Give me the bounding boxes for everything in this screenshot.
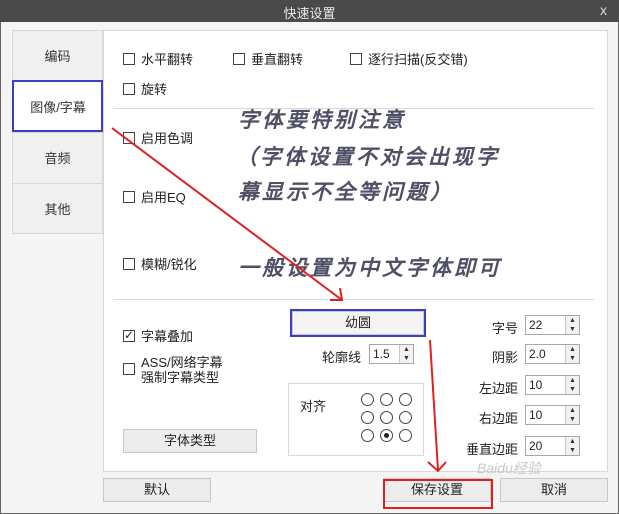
blur-sharpen-checkbox[interactable]: 模糊/锐化	[123, 254, 197, 273]
watermark: Baidu经验	[477, 460, 541, 476]
checkbox-box[interactable]	[233, 52, 245, 65]
close-icon[interactable]: x	[600, 2, 607, 18]
subtitle-overlay-checkbox[interactable]: 字幕叠加	[123, 326, 193, 345]
tab-audio[interactable]: 音频	[12, 132, 103, 183]
tab-other[interactable]: 其他	[12, 183, 103, 234]
enable-tone-checkbox[interactable]: 启用色调	[123, 128, 193, 147]
checkbox-box[interactable]	[123, 190, 135, 203]
align-middle-left-radio[interactable]	[361, 411, 374, 424]
font-name-button[interactable]: 幼圆	[292, 311, 424, 335]
shadow-spinner[interactable]: 2.0 ▲ ▼	[525, 344, 580, 364]
annotation-line2: （字体设置不对会出现字	[236, 144, 500, 169]
checkbox-box[interactable]	[123, 363, 135, 375]
right-margin-label: 右边距	[479, 411, 519, 426]
outline-spinner[interactable]: 1.5 ▲ ▼	[369, 344, 414, 364]
checkbox-box[interactable]	[123, 131, 135, 144]
vertical-margin-label: 垂直边距	[466, 442, 519, 457]
spinner-arrows-icon[interactable]: ▲ ▼	[565, 406, 579, 424]
align-top-right-radio[interactable]	[399, 393, 412, 406]
flip-horizontal-checkbox[interactable]: 水平翻转	[123, 49, 193, 68]
vertical-margin-value: 20	[529, 439, 543, 453]
align-middle-right-radio[interactable]	[399, 411, 412, 424]
title-bar: 快速设置 x	[0, 0, 619, 22]
outline-label: 轮廓线	[322, 350, 362, 365]
annotation-line4: 一般设置为中文字体即可	[238, 255, 502, 280]
shadow-value: 2.0	[529, 347, 546, 361]
spinner-arrows-icon[interactable]: ▲ ▼	[565, 316, 579, 334]
divider	[114, 299, 594, 300]
right-margin-spinner[interactable]: 10 ▲ ▼	[525, 405, 580, 425]
spinner-arrows-icon[interactable]: ▲ ▼	[399, 345, 413, 363]
font-type-button[interactable]: 字体类型	[123, 429, 257, 453]
checkbox-box[interactable]	[123, 328, 135, 342]
align-middle-center-radio[interactable]	[380, 411, 393, 424]
checkbox-box[interactable]	[350, 52, 362, 65]
align-bottom-right-radio[interactable]	[399, 429, 412, 442]
tab-image-subtitle[interactable]: 图像/字幕	[12, 81, 103, 132]
window-title: 快速设置	[283, 6, 336, 21]
font-size-spinner[interactable]: 22 ▲ ▼	[525, 315, 580, 335]
align-label: 对齐	[300, 399, 327, 414]
align-bottom-center-radio[interactable]	[380, 429, 393, 442]
left-margin-value: 10	[529, 378, 543, 392]
shadow-label: 阴影	[492, 350, 519, 365]
tab-list: 编码 图像/字幕 音频 其他	[12, 30, 103, 234]
force-subtitle-type-checkbox[interactable]: ASS/网络字幕 强制字幕类型	[123, 355, 223, 385]
rotate-checkbox[interactable]: 旋转	[123, 79, 167, 98]
left-margin-label: 左边距	[479, 381, 519, 396]
font-size-value: 22	[529, 318, 543, 332]
checkbox-box[interactable]	[123, 82, 135, 95]
save-settings-button[interactable]: 保存设置	[383, 478, 491, 502]
tab-encoding[interactable]: 编码	[12, 30, 103, 81]
cancel-button[interactable]: 取消	[500, 478, 608, 502]
align-bottom-left-radio[interactable]	[361, 429, 374, 442]
spinner-arrows-icon[interactable]: ▲ ▼	[565, 345, 579, 363]
flip-vertical-checkbox[interactable]: 垂直翻转	[233, 49, 303, 68]
align-top-center-radio[interactable]	[380, 393, 393, 406]
spinner-arrows-icon[interactable]: ▲ ▼	[565, 437, 579, 455]
left-margin-spinner[interactable]: 10 ▲ ▼	[525, 375, 580, 395]
right-margin-value: 10	[529, 408, 543, 422]
default-button[interactable]: 默认	[103, 478, 211, 502]
progressive-scan-checkbox[interactable]: 逐行扫描(反交错)	[350, 49, 468, 68]
outline-value: 1.5	[373, 347, 390, 361]
force-subtitle-line1: ASS/网络字幕	[141, 355, 223, 370]
annotation-line1: 字体要特别注意	[238, 107, 406, 132]
force-subtitle-line2: 强制字幕类型	[141, 370, 220, 385]
font-size-label: 字号	[492, 321, 519, 336]
spinner-arrows-icon[interactable]: ▲ ▼	[565, 376, 579, 394]
vertical-margin-spinner[interactable]: 20 ▲ ▼	[525, 436, 580, 456]
annotation-line3: 幕显示不全等问题）	[238, 179, 454, 204]
enable-eq-checkbox[interactable]: 启用EQ	[123, 187, 186, 206]
checkbox-box[interactable]	[123, 257, 135, 270]
checkbox-box[interactable]	[123, 52, 135, 65]
align-top-left-radio[interactable]	[361, 393, 374, 406]
